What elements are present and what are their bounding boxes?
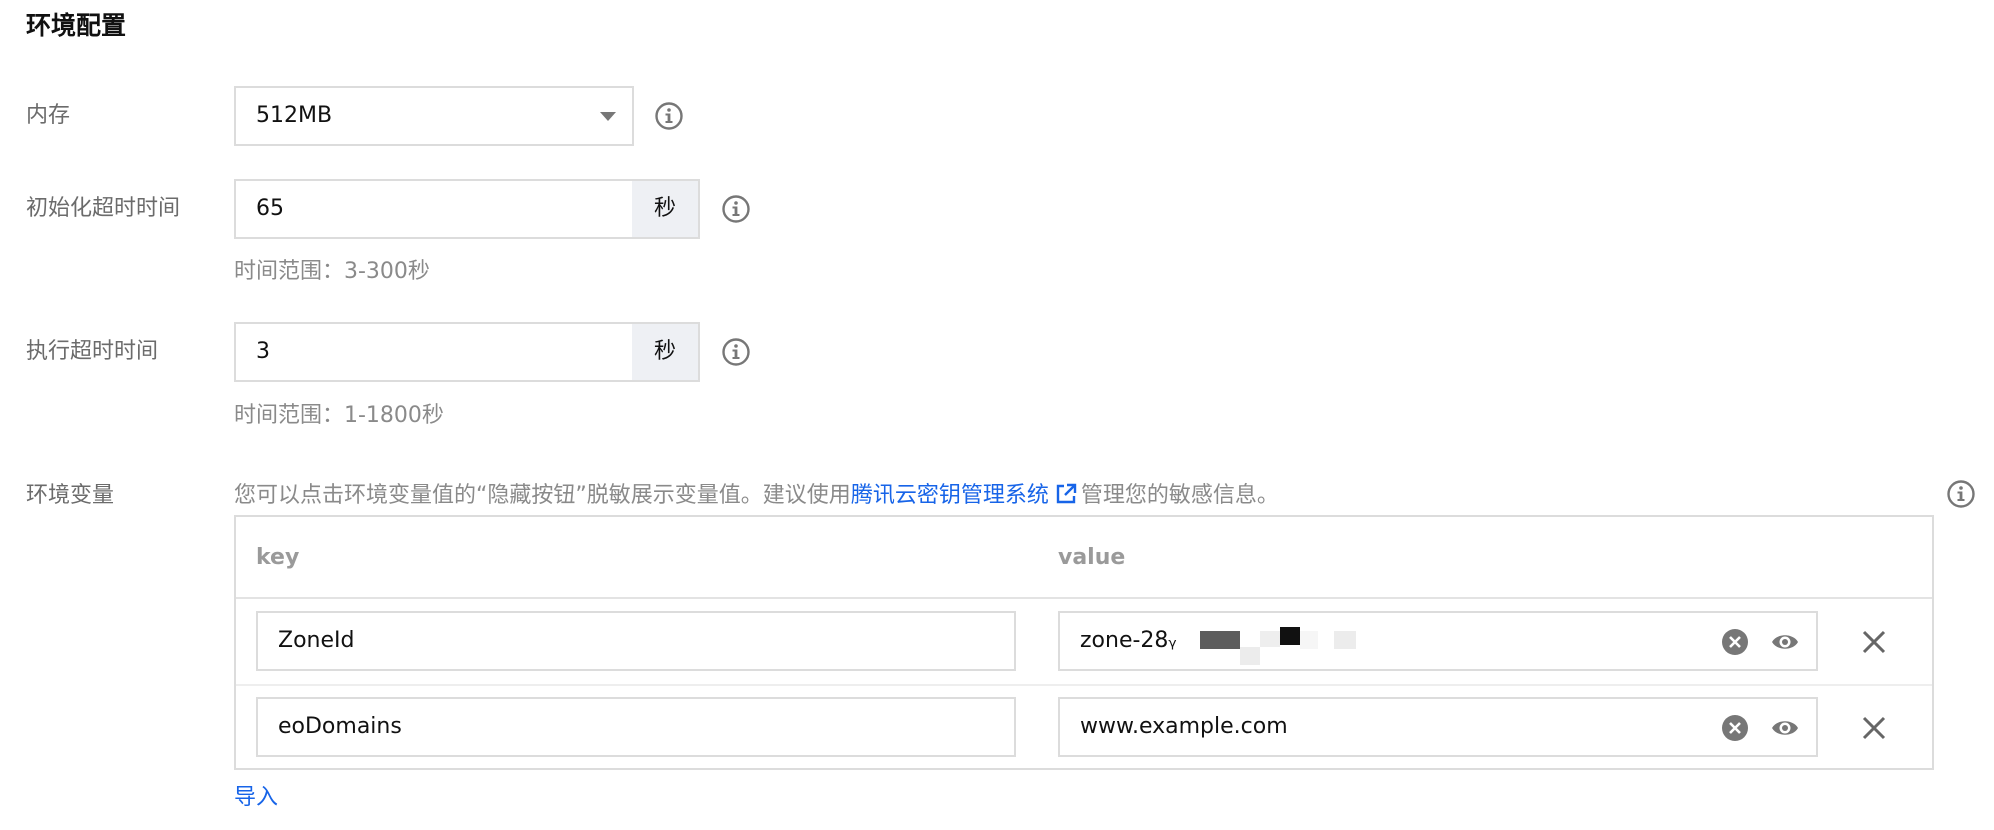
init-timeout-label: 初始化超时时间	[26, 196, 181, 221]
row-divider	[236, 684, 1932, 686]
external-link-icon[interactable]	[1055, 483, 1077, 505]
header-divider	[236, 597, 1932, 599]
chevron-down-icon	[600, 112, 616, 121]
env-vars-label: 环境变量	[26, 483, 115, 508]
redaction-block	[1260, 647, 1280, 665]
info-icon[interactable]	[1946, 479, 1976, 509]
memory-selected-value: 512MB	[256, 103, 333, 128]
info-icon[interactable]	[721, 194, 751, 224]
env-value-text: www.example.com	[1080, 714, 1288, 739]
env-vars-hint-prefix: 您可以点击环境变量值的“隐藏按钮”脱敏展示变量值。建议使用	[234, 483, 851, 508]
env-vars-hint-suffix: 管理您的敏感信息。	[1080, 483, 1279, 508]
env-vars-hint: 您可以点击环境变量值的“隐藏按钮”脱敏展示变量值。建议使用腾讯云密钥管理系统 管理…	[234, 480, 1279, 512]
env-key-input[interactable]: ZoneId	[256, 611, 1016, 671]
init-timeout-hint: 时间范围：3-300秒	[234, 259, 430, 284]
redaction-block	[1200, 631, 1240, 649]
init-timeout-input[interactable]: 65	[234, 179, 634, 239]
memory-label: 内存	[26, 103, 71, 128]
env-value-input[interactable]: www.example.com	[1058, 697, 1818, 757]
exec-timeout-hint: 时间范围：1-1800秒	[234, 403, 444, 428]
close-icon[interactable]	[1859, 713, 1889, 743]
env-value-input[interactable]: zone-28ᵧ	[1058, 611, 1818, 671]
exec-timeout-unit: 秒	[632, 322, 700, 382]
env-key-input[interactable]: eoDomains	[256, 697, 1016, 757]
memory-select[interactable]: 512MB	[234, 86, 634, 146]
redaction-block	[1240, 647, 1260, 665]
clear-icon[interactable]	[1720, 627, 1750, 657]
exec-timeout-input[interactable]: 3	[234, 322, 634, 382]
info-icon[interactable]	[721, 337, 751, 367]
close-icon[interactable]	[1859, 627, 1889, 657]
clear-icon[interactable]	[1720, 713, 1750, 743]
column-header-key: key	[256, 545, 300, 570]
info-icon[interactable]	[654, 101, 684, 131]
init-timeout-unit: 秒	[632, 179, 700, 239]
kms-link[interactable]: 腾讯云密钥管理系统	[851, 483, 1049, 508]
eye-icon[interactable]	[1770, 713, 1800, 743]
exec-timeout-label: 执行超时时间	[26, 339, 159, 364]
env-vars-table: key value ZoneId zone-28ᵧ eoDomains www.…	[234, 515, 1934, 770]
import-link[interactable]: 导入	[234, 782, 278, 814]
section-title: 环境配置	[26, 11, 127, 40]
eye-icon[interactable]	[1770, 627, 1800, 657]
column-header-value: value	[1058, 545, 1126, 570]
redaction-block	[1280, 627, 1300, 645]
redaction-block	[1334, 631, 1356, 649]
env-value-text: zone-28ᵧ	[1080, 628, 1177, 653]
redaction-block	[1300, 631, 1318, 649]
